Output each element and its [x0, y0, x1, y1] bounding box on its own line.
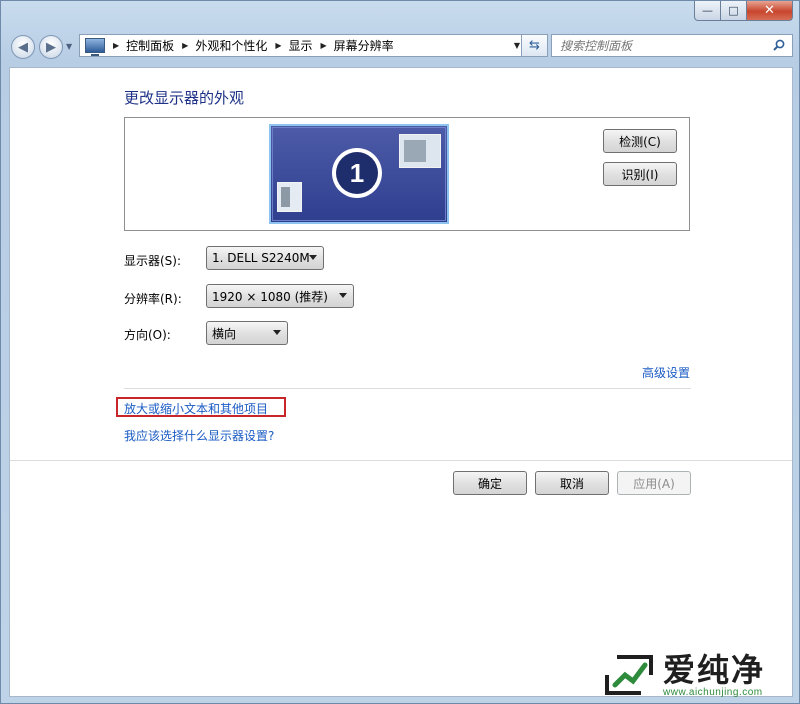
close-icon: ✕: [764, 3, 775, 18]
chevron-down-icon: [309, 255, 317, 260]
divider: [124, 388, 691, 389]
window-thumbnail-icon: [277, 182, 302, 212]
breadcrumb-item-screen-resolution[interactable]: 屏幕分辨率: [334, 37, 394, 54]
display-label: 显示器(S):: [124, 254, 182, 268]
breadcrumb-chevron-icon[interactable]: ▶: [275, 41, 281, 50]
ok-button[interactable]: 确定: [453, 471, 527, 495]
forward-button[interactable]: ▶: [39, 35, 63, 59]
orientation-label: 方向(O):: [124, 328, 171, 342]
watermark-url: www.aichunjing.com: [663, 686, 763, 698]
search-box[interactable]: [551, 34, 793, 57]
control-panel-icon: [85, 38, 105, 56]
maximize-icon: □: [728, 4, 739, 17]
display-preview-panel: 1 检测(C) 识别(I): [124, 117, 690, 231]
display-help-link[interactable]: 我应该选择什么显示器设置?: [124, 427, 274, 444]
display-select-value: 1. DELL S2240M: [212, 251, 310, 265]
cancel-button[interactable]: 取消: [535, 471, 609, 495]
breadcrumb-chevron-icon[interactable]: ▶: [321, 41, 327, 50]
watermark-text: 爱纯净 www.aichunjing.com: [663, 653, 765, 698]
minimize-button[interactable]: —: [694, 1, 721, 21]
apply-button[interactable]: 应用(A): [617, 471, 691, 495]
content-pane: 更改显示器的外观 1 检测(C) 识别(I) 显示器(S): 1. DELL S…: [9, 67, 793, 697]
watermark: 爱纯净 www.aichunjing.com: [603, 649, 797, 701]
breadcrumb-chevron-icon[interactable]: ▶: [113, 41, 119, 50]
breadcrumb-item-control-panel[interactable]: 控制面板: [126, 37, 174, 54]
monitor-number: 1: [336, 152, 378, 194]
address-dropdown-icon[interactable]: ▼: [514, 41, 520, 50]
address-bar[interactable]: ▶ 控制面板 ▶ 外观和个性化 ▶ 显示 ▶ 屏幕分辨率 ▼: [79, 34, 525, 57]
recent-pages-dropdown-icon[interactable]: ▼: [66, 42, 72, 51]
maximize-button[interactable]: □: [721, 1, 747, 21]
chevron-down-icon: [339, 293, 347, 298]
search-input[interactable]: [560, 38, 760, 53]
watermark-brand: 爱纯净: [663, 650, 766, 689]
brand-logo-icon: [605, 655, 653, 695]
resolution-label: 分辨率(R):: [124, 292, 182, 306]
chevron-down-icon: [273, 330, 281, 335]
minimize-icon: —: [702, 4, 713, 17]
search-icon[interactable]: [773, 39, 785, 51]
navigation-bar: ◀ ▶ ▼ ▶ 控制面板 ▶ 外观和个性化 ▶ 显示 ▶ 屏幕分辨率 ▼ ⇆: [9, 31, 793, 61]
identify-button[interactable]: 识别(I): [603, 162, 677, 186]
window-thumbnail-icon: [399, 134, 441, 168]
orientation-select[interactable]: 横向: [206, 321, 288, 345]
footer-divider: [10, 460, 792, 461]
monitor-1-thumbnail[interactable]: 1: [269, 124, 449, 224]
resolution-select[interactable]: 1920 × 1080 (推荐): [206, 284, 354, 308]
page-title: 更改显示器的外观: [124, 89, 245, 107]
refresh-button[interactable]: ⇆: [521, 34, 548, 57]
close-button[interactable]: ✕: [747, 1, 793, 21]
control-panel-window: — □ ✕ ◀ ▶ ▼ ▶ 控制面板 ▶ 外观和个性化 ▶ 显示 ▶ 屏幕分辨率…: [0, 0, 800, 704]
text-size-link[interactable]: 放大或缩小文本和其他项目: [124, 400, 268, 417]
detect-button[interactable]: 检测(C): [603, 129, 677, 153]
resolution-select-value: 1920 × 1080 (推荐): [212, 289, 328, 304]
advanced-settings-link[interactable]: 高级设置: [642, 364, 690, 381]
back-button[interactable]: ◀: [11, 35, 35, 59]
breadcrumb-chevron-icon[interactable]: ▶: [182, 41, 188, 50]
orientation-select-value: 横向: [212, 326, 237, 341]
caption-buttons: — □ ✕: [694, 1, 793, 21]
breadcrumb-item-display[interactable]: 显示: [289, 37, 313, 54]
back-arrow-icon: ◀: [18, 39, 28, 55]
display-select[interactable]: 1. DELL S2240M: [206, 246, 324, 270]
monitor-number-badge: 1: [332, 148, 382, 198]
forward-arrow-icon: ▶: [46, 39, 56, 55]
breadcrumb-item-appearance[interactable]: 外观和个性化: [195, 37, 267, 54]
refresh-icon: ⇆: [529, 38, 540, 53]
